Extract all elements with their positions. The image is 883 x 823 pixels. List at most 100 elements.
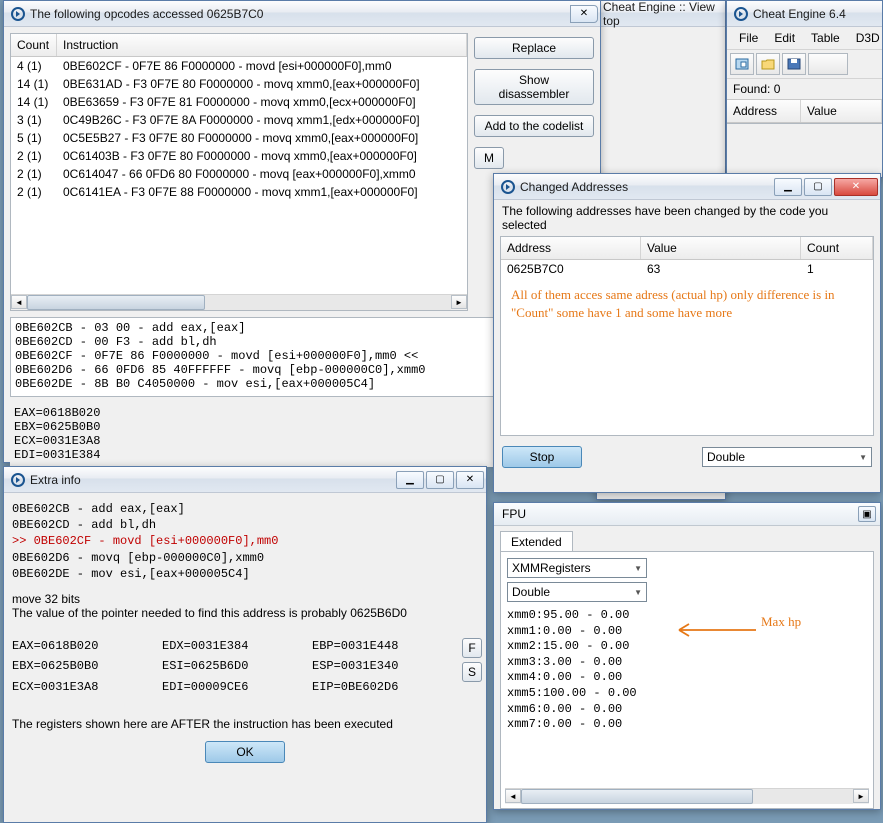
reg-cell: EBX=0625B0B0 [12, 656, 162, 676]
extra-footer: The registers shown here are AFTER the i… [12, 717, 478, 731]
main-ce-list: Address Value [727, 100, 882, 124]
xmm-registers-dropdown[interactable]: XMMRegisters ▼ [507, 558, 647, 578]
reg-cell: ECX=0031E3A8 [12, 677, 162, 697]
opcodes-list-header: Count Instruction [11, 34, 467, 57]
desc2: The value of the pointer needed to find … [12, 606, 478, 620]
table-row[interactable]: 2 (1)0C614047 - 66 0FD6 80 F0000000 - mo… [11, 165, 467, 183]
minimize-button[interactable]: ▁ [774, 178, 802, 196]
menu-edit[interactable]: Edit [766, 29, 803, 47]
opcodes-list[interactable]: Count Instruction 4 (1)0BE602CF - 0F7E 8… [10, 33, 468, 311]
changed-list[interactable]: Address Value Count 0625B7C0 63 1 All of… [500, 236, 874, 436]
extra-info-window: Extra info ▁ ▢ ✕ 0BE602CB - add eax,[eax… [3, 466, 487, 823]
close-button[interactable]: ✕ [570, 5, 598, 23]
reg-cell: EAX=0618B020 [12, 636, 162, 656]
changed-title: Changed Addresses [520, 180, 772, 194]
menu-d3d[interactable]: D3D [848, 29, 883, 47]
table-row[interactable]: 4 (1)0BE602CF - 0F7E 86 F0000000 - movd … [11, 57, 467, 75]
main-ce-title: Cheat Engine 6.4 [753, 7, 880, 21]
col-instruction[interactable]: Instruction [57, 34, 467, 56]
opcodes-win-buttons: ✕ [568, 5, 598, 23]
s-button[interactable]: S [462, 662, 482, 682]
col-value[interactable]: Value [801, 100, 882, 122]
stop-button[interactable]: Stop [502, 446, 582, 468]
cell-count: 14 (1) [11, 76, 57, 92]
fpu-window: FPU ▣ Extended XMMRegisters ▼ Double ▼ x… [493, 502, 881, 810]
changed-list-header: Address Value Count [501, 237, 873, 260]
menu-table[interactable]: Table [803, 29, 848, 47]
table-row[interactable]: 2 (1)0C61403B - F3 0F7E 80 F0000000 - mo… [11, 147, 467, 165]
col-count[interactable]: Count [11, 34, 57, 56]
table-row[interactable]: 5 (1)0C5E5B27 - F3 0F7E 80 F0000000 - mo… [11, 129, 467, 147]
disasm-line: 0BE602D6 - movq [ebp-000000C0],xmm0 [12, 550, 478, 566]
minimize-button[interactable]: ▁ [396, 471, 424, 489]
table-row[interactable]: 3 (1)0C49B26C - F3 0F7E 8A F0000000 - mo… [11, 111, 467, 129]
changed-titlebar: Changed Addresses ▁ ▢ ✕ [494, 174, 880, 200]
disasm-line: 0BE602CD - add bl,dh [12, 517, 478, 533]
col-address[interactable]: Address [501, 237, 641, 259]
cell-instruction: 0C5E5B27 - F3 0F7E 80 F0000000 - movq xm… [57, 130, 467, 146]
maximize-button[interactable]: ▢ [804, 178, 832, 196]
open-file-button[interactable] [756, 53, 780, 75]
type-value: Double [707, 450, 745, 464]
reg-cell: EIP=0BE602D6 [312, 677, 462, 697]
tool-extra-button[interactable] [808, 53, 848, 75]
scroll-left-button[interactable]: ◄ [11, 295, 27, 309]
chevron-down-icon: ▼ [859, 453, 867, 462]
opcodes-rows: 4 (1)0BE602CF - 0F7E 86 F0000000 - movd … [11, 57, 467, 294]
ce-icon [500, 179, 516, 195]
xmm-line: xmm6:0.00 - 0.00 [507, 702, 867, 718]
fpu-tabs: Extended [494, 526, 880, 551]
save-button[interactable] [782, 53, 806, 75]
close-button[interactable]: ✕ [456, 471, 484, 489]
xmm-line: xmm5:100.00 - 0.00 [507, 686, 867, 702]
open-process-button[interactable] [730, 53, 754, 75]
found-label: Found: 0 [727, 79, 882, 100]
reg-cell: ESI=0625B6D0 [162, 656, 312, 676]
table-row[interactable]: 14 (1)0BE63659 - F3 0F7E 81 F0000000 - m… [11, 93, 467, 111]
cell-count: 2 (1) [11, 166, 57, 182]
col-address[interactable]: Address [727, 100, 801, 122]
disasm-line: >> 0BE602CF - movd [esi+000000F0],mm0 [12, 533, 478, 549]
add-codelist-button[interactable]: Add to the codelist [474, 115, 594, 137]
reg-cell: ESP=0031E340 [312, 656, 462, 676]
browser-tab-titlebar: Cheat Engine :: View top [597, 1, 725, 27]
fpu-close-icon[interactable]: ▣ [858, 506, 876, 522]
col-value[interactable]: Value [641, 237, 801, 259]
reg-cell: EDI=00009CE6 [162, 677, 312, 697]
type-dropdown[interactable]: Double ▼ [702, 447, 872, 467]
m-button[interactable]: M [474, 147, 504, 169]
opcodes-titlebar: The following opcodes accessed 0625B7C0 … [4, 1, 600, 27]
scroll-right-button[interactable]: ► [451, 295, 467, 309]
table-row[interactable]: 0625B7C0 63 1 [501, 260, 873, 278]
col-count[interactable]: Count [801, 237, 873, 259]
extra-info-body: 0BE602CB - add eax,[eax] 0BE602CD - add … [4, 493, 486, 771]
changed-subtitle: The following addresses have been change… [494, 200, 880, 236]
cell-instruction: 0C61403B - F3 0F7E 80 F0000000 - movq xm… [57, 148, 467, 164]
close-button[interactable]: ✕ [834, 178, 878, 196]
annotation-note: All of them acces same adress (actual hp… [501, 278, 873, 329]
ok-button[interactable]: OK [205, 741, 285, 763]
fpu-scrollbar[interactable]: ◄ ► [505, 788, 869, 804]
table-row[interactable]: 2 (1)0C6141EA - F3 0F7E 88 F0000000 - mo… [11, 183, 467, 201]
scrollbar[interactable]: ◄ ► [11, 294, 467, 310]
extra-regs-block: EAX=0618B020EDX=0031E384EBP=0031E448EBX=… [12, 636, 478, 697]
maximize-button[interactable]: ▢ [426, 471, 454, 489]
replace-button[interactable]: Replace [474, 37, 594, 59]
cell-instruction: 0BE631AD - F3 0F7E 80 F0000000 - movq xm… [57, 76, 467, 92]
main-ce-window: Cheat Engine 6.4 File Edit Table D3D H F… [726, 0, 883, 178]
dd2-value: Double [512, 585, 550, 599]
chevron-down-icon: ▼ [634, 564, 642, 573]
show-disassembler-button[interactable]: Show disassembler [474, 69, 594, 105]
cell-count: 3 (1) [11, 112, 57, 128]
scroll-right-button[interactable]: ► [853, 789, 869, 803]
scroll-left-button[interactable]: ◄ [505, 789, 521, 803]
reg-cell: EBP=0031E448 [312, 636, 462, 656]
cell-count: 1 [801, 261, 873, 277]
changed-win-buttons: ▁ ▢ ✕ [772, 178, 878, 196]
table-row[interactable]: 14 (1)0BE631AD - F3 0F7E 80 F0000000 - m… [11, 75, 467, 93]
menu-file[interactable]: File [731, 29, 766, 47]
tab-extended[interactable]: Extended [500, 531, 573, 552]
f-button[interactable]: F [462, 638, 482, 658]
fpu-type-dropdown[interactable]: Double ▼ [507, 582, 647, 602]
changed-footer: Stop Double ▼ [494, 436, 880, 478]
